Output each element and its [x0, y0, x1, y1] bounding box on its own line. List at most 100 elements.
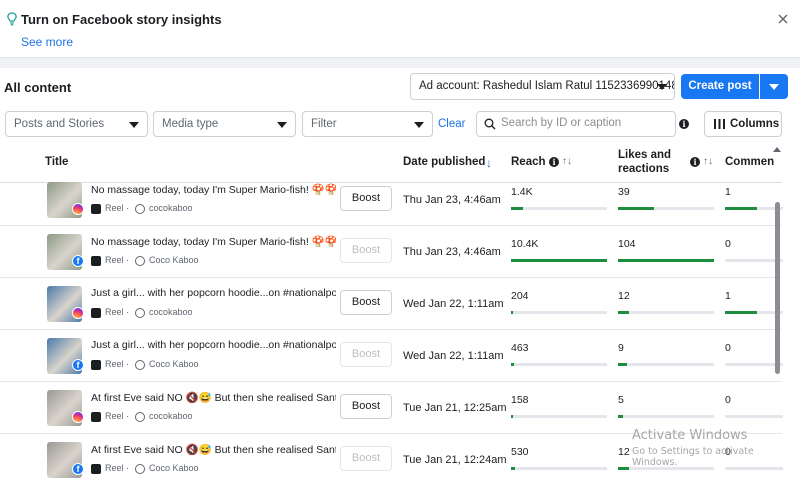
search-box[interactable] [476, 111, 676, 137]
likes-bar-fill [618, 311, 629, 314]
account-name: Coco Kaboo [149, 463, 199, 473]
post-type: Reel [105, 255, 124, 265]
media-type-select[interactable]: Media type [153, 111, 296, 137]
table-row[interactable]: At first Eve said NO 🔇😅 But then she rea… [0, 382, 783, 434]
post-title[interactable]: At first Eve said NO 🔇😅 But then she rea… [91, 443, 336, 456]
lightbulb-icon [7, 12, 17, 26]
post-title[interactable]: No massage today, today I'm Super Mario-… [91, 235, 336, 248]
column-header-date[interactable]: Date published [403, 156, 485, 168]
chevron-down-icon [277, 122, 287, 128]
boost-button[interactable]: Boost [340, 290, 392, 315]
boost-button[interactable]: Boost [340, 186, 392, 211]
column-header-title: Title [45, 156, 69, 168]
ad-account-label: Ad account: Rashedul Islam Ratul 1152336… [419, 80, 675, 92]
account-name: Coco Kaboo [149, 255, 199, 265]
sort-icon[interactable]: ↑↓ [562, 156, 572, 167]
likes-bar-fill [618, 467, 629, 470]
post-title[interactable]: Just a girl... with her popcorn hoodie..… [91, 287, 336, 299]
filter-select[interactable]: Filter [302, 111, 433, 137]
create-post-button[interactable]: Create post [681, 74, 759, 99]
likes-bar [618, 207, 714, 210]
post-title[interactable]: At first Eve said NO 🔇😅 But then she rea… [91, 391, 336, 404]
columns-label: Columns [730, 118, 780, 130]
create-post-dropdown-button[interactable] [760, 74, 788, 99]
table-row[interactable]: No massage today, today I'm Super Mario-… [0, 174, 783, 226]
reach-bar [511, 363, 607, 366]
instagram-icon [72, 411, 84, 423]
likes-value: 39 [618, 186, 630, 198]
post-meta: Reel · cocokaboo [91, 203, 193, 214]
table-row[interactable]: f Just a girl... with her popcorn hoodie.… [0, 330, 783, 382]
boost-button[interactable]: Boost [340, 446, 392, 471]
likes-bar-fill [618, 259, 714, 262]
posts-and-stories-value: Posts and Stories [14, 118, 105, 130]
comments-value: 0 [725, 238, 731, 250]
reach-bar [511, 207, 607, 210]
reach-bar-fill [511, 363, 514, 366]
instagram-icon [72, 203, 84, 215]
activate-windows-subtitle: Go to Settings to activate Windows. [632, 446, 754, 468]
reach-bar-fill [511, 467, 515, 470]
date-published: Tue Jan 21, 12:25am [403, 402, 507, 414]
search-icon [484, 118, 496, 130]
post-meta: Reel · Coco Kaboo [91, 463, 199, 474]
reach-bar-fill [511, 311, 513, 314]
reach-bar [511, 311, 607, 314]
banner-title: Turn on Facebook story insights [21, 12, 222, 27]
post-title[interactable]: No massage today, today I'm Super Mario-… [91, 183, 336, 196]
posts-and-stories-select[interactable]: Posts and Stories [5, 111, 148, 137]
clear-filters-link[interactable]: Clear [438, 118, 465, 130]
column-header-likes-line1[interactable]: Likes and [618, 149, 671, 161]
date-published: Thu Jan 23, 4:46am [403, 246, 501, 258]
comments-value: 0 [725, 342, 731, 354]
reel-icon [91, 307, 101, 318]
see-more-link[interactable]: See more [21, 35, 73, 49]
activate-windows-title: Activate Windows [632, 428, 748, 443]
search-input[interactable] [501, 117, 671, 129]
table-row[interactable]: f No massage today, today I'm Super Mario… [0, 226, 783, 278]
post-title[interactable]: Just a girl... with her popcorn hoodie..… [91, 339, 336, 351]
reach-value: 10.4K [511, 238, 539, 250]
post-type: Reel [105, 307, 124, 317]
reach-bar [511, 467, 607, 470]
reel-icon [91, 203, 101, 214]
info-icon[interactable]: i [549, 157, 559, 167]
reel-icon [91, 359, 101, 370]
post-type: Reel [105, 411, 124, 421]
likes-value: 5 [618, 394, 624, 406]
reel-icon [91, 411, 101, 422]
columns-icon [714, 119, 725, 129]
table-row[interactable]: Just a girl... with her popcorn hoodie..… [0, 278, 783, 330]
section-title: All content [4, 80, 72, 95]
boost-button[interactable]: Boost [340, 238, 392, 263]
likes-bar [618, 363, 714, 366]
column-header-reach[interactable]: Reach [511, 156, 546, 168]
reach-value: 463 [511, 342, 529, 354]
date-published: Wed Jan 22, 1:11am [403, 350, 504, 362]
ad-account-selector[interactable]: Ad account: Rashedul Islam Ratul 1152336… [410, 73, 675, 100]
boost-button[interactable]: Boost [340, 342, 392, 367]
close-icon[interactable] [776, 12, 790, 26]
likes-value: 12 [618, 446, 630, 458]
reach-value: 530 [511, 446, 529, 458]
comments-bar-fill [725, 311, 757, 314]
reach-bar [511, 415, 607, 418]
account-avatar-icon [135, 255, 146, 266]
media-type-value: Media type [162, 118, 219, 130]
account-name: cocokaboo [149, 411, 193, 421]
chevron-down-icon [129, 122, 139, 128]
sort-icon[interactable]: ↑↓ [703, 156, 713, 167]
columns-button[interactable]: Columns [704, 111, 782, 137]
reach-value: 1.4K [511, 186, 533, 198]
reel-icon [91, 255, 101, 266]
info-icon[interactable]: i [690, 157, 700, 167]
info-icon[interactable]: i [679, 119, 689, 129]
sort-descending-icon[interactable]: ↓ [486, 156, 492, 170]
post-type: Reel [105, 203, 124, 213]
facebook-icon: f [72, 255, 84, 267]
boost-button[interactable]: Boost [340, 394, 392, 419]
scrollbar-thumb[interactable] [775, 202, 780, 374]
reach-bar [511, 259, 607, 262]
scroll-up-arrow[interactable] [773, 147, 781, 152]
column-header-comments[interactable]: Commen [725, 156, 774, 168]
